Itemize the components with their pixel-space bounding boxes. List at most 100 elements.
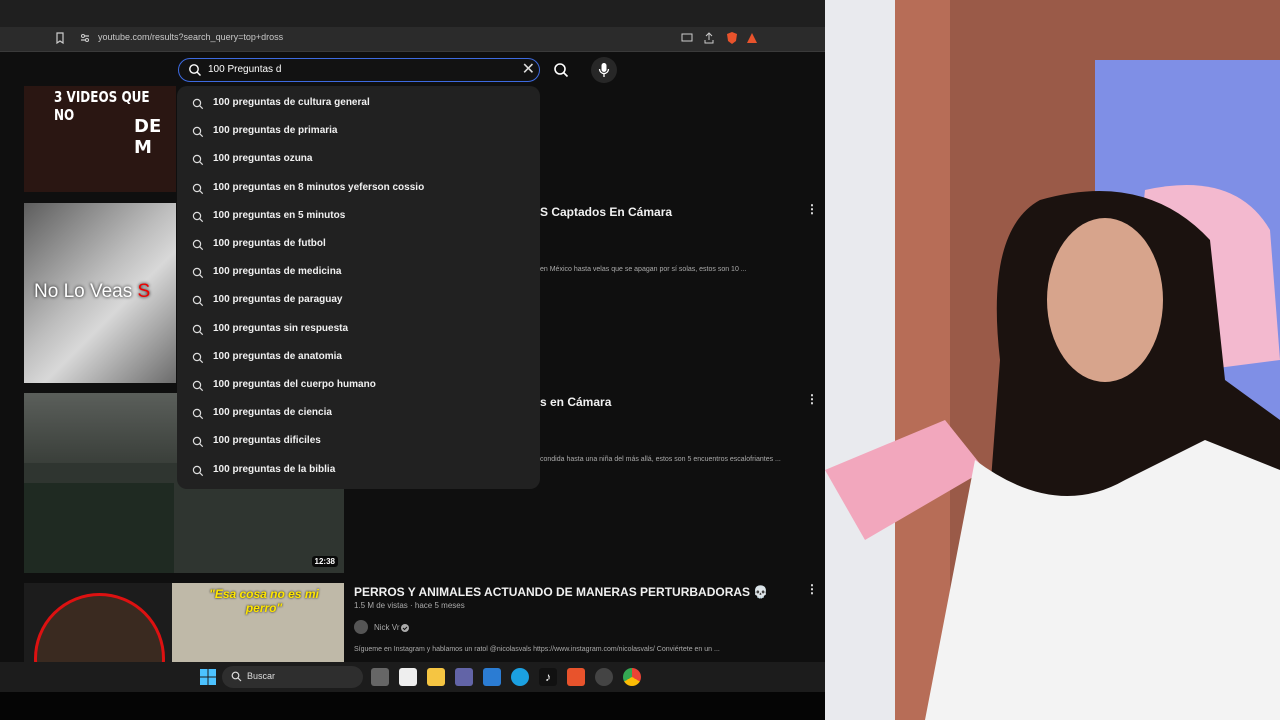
search-suggestion[interactable]: 100 preguntas de cultura general [177,90,540,118]
search-icon [192,408,204,420]
thumbnail-text: "Esa cosa no es mi perro" [209,587,319,615]
cast-icon[interactable] [680,31,694,45]
search-suggestion[interactable]: 100 preguntas dificiles [177,428,540,456]
search-suggestion-label: 100 preguntas de medicina [213,266,342,278]
brave-shield-icon[interactable] [725,31,739,45]
url-text[interactable]: youtube.com/results?search_query=top+dro… [98,32,283,42]
search-suggestion[interactable]: 100 preguntas en 8 minutos yeferson coss… [177,175,540,203]
video-description-4: Sígueme en Instagram y hablamos un ratol… [354,646,720,653]
tiktok-icon[interactable]: ♪ [539,668,557,686]
video-description-3: condida hasta una niña del más allá, est… [540,456,781,463]
search-suggestion[interactable]: 100 preguntas de medicina [177,259,540,287]
video-thumbnail-1[interactable]: 3 VIDEOS QUE NO DE M [24,86,176,192]
search-icon [192,352,204,363]
search-suggestion-label: 100 preguntas sin respuesta [213,322,349,334]
video-duration: 12:38 [311,556,338,567]
video-title-2[interactable]: S Captados En Cámara [540,205,672,219]
search-suggestion[interactable]: 100 preguntas ozuna [177,146,540,174]
search-icon [192,239,204,251]
search-suggestion-label: 100 preguntas de cultura general [213,97,370,108]
search-suggestion[interactable]: 100 preguntas del cuerpo humano [177,372,540,400]
thumbnail-text: DE M [134,116,162,158]
search-input-value[interactable]: 100 Preguntas d [208,64,281,75]
video-description-2: en México hasta velas que se apagan por … [540,266,747,273]
search-suggestion[interactable]: 100 preguntas en 5 minutos [177,203,540,231]
streamer-webcam [825,0,1280,720]
browser-address-bar[interactable]: youtube.com/results?search_query=top+dro… [0,27,825,52]
video-thumbnail-4[interactable]: "Esa cosa no es mi perro" [24,583,344,662]
more-options-icon[interactable]: ⋮ [806,392,818,406]
search-suggestion-label: 100 preguntas en 8 minutos yeferson coss… [213,181,425,193]
search-icon [192,126,204,138]
search-suggestion-label: 100 preguntas en 5 minutos [213,209,346,221]
more-options-icon[interactable]: ⋮ [806,582,818,596]
bottom-bar [0,692,825,720]
microphone-icon [598,63,610,77]
search-icon [192,267,204,279]
taskbar-search-label: Buscar [247,671,276,681]
verified-icon [401,624,409,632]
brave-rewards-icon[interactable] [745,31,759,45]
search-suggestion-label: 100 preguntas de anatomia [213,350,342,362]
chrome-icon[interactable] [623,668,641,686]
search-suggestion[interactable]: 100 preguntas de futbol [177,231,540,259]
search-suggestion-label: 100 preguntas del cuerpo humano [213,379,376,390]
video-meta-4: 1.5 M de vistas · hace 5 meses [354,601,465,610]
teams-icon[interactable] [455,668,473,686]
search-icon [189,64,201,76]
browser-tab-strip [0,0,825,27]
task-view-icon[interactable] [371,668,389,686]
search-icon [192,437,204,448]
search-icon [192,211,204,222]
more-options-icon[interactable]: ⋮ [806,202,818,216]
voice-search-button[interactable] [591,57,617,83]
site-info-icon[interactable] [78,31,92,45]
brave-icon[interactable] [567,668,585,686]
channel-name[interactable]: Nick Vr [374,623,399,632]
thumbnail-text: No Lo Veas [34,281,133,302]
search-icon [192,98,204,110]
search-suggestion-label: 100 preguntas ozuna [213,153,313,165]
windows-start-icon[interactable] [199,668,217,686]
search-suggestions-dropdown: 100 preguntas de cultura general 100 preg… [177,86,540,489]
clear-search-icon[interactable]: ✕ [522,61,535,79]
video-title-3[interactable]: s en Cámara [540,395,611,409]
search-suggestion-label: 100 preguntas dificiles [213,435,321,447]
search-icon [192,296,204,307]
video-title-4[interactable]: PERROS Y ANIMALES ACTUANDO DE MANERAS PE… [354,585,768,599]
search-button[interactable] [548,57,574,83]
store-icon[interactable] [399,668,417,686]
search-icon [554,63,569,78]
webcam-image [825,0,1280,720]
search-suggestion[interactable]: 100 preguntas de paraguay [177,287,540,315]
search-suggestion[interactable]: 100 preguntas de ciencia [177,400,540,428]
search-suggestion-label: 100 preguntas de paraguay [213,294,343,306]
video-thumbnail-2[interactable]: No Lo Veas S [24,203,176,383]
search-icon [192,155,204,166]
search-icon [192,465,204,476]
search-input[interactable]: 100 Preguntas d ✕ [178,58,540,82]
search-icon [192,183,204,194]
app-icon[interactable] [595,668,613,686]
search-suggestion-label: 100 preguntas de primaria [213,125,338,137]
search-icon [192,324,204,335]
search-suggestion-label: 100 preguntas de ciencia [213,407,332,419]
share-icon[interactable] [702,31,716,45]
taskbar-search[interactable]: Buscar [222,666,363,688]
windows-taskbar: Buscar ♪ [0,662,825,692]
file-explorer-icon[interactable] [427,668,445,686]
search-suggestion[interactable]: 100 preguntas de la biblia [177,457,540,485]
search-suggestion[interactable]: 100 preguntas de primaria [177,118,540,146]
channel-avatar[interactable] [354,620,368,634]
search-suggestion-label: 100 preguntas de la biblia [213,463,336,475]
mail-icon[interactable] [483,668,501,686]
search-suggestion[interactable]: 100 preguntas sin respuesta [177,316,540,344]
search-suggestion[interactable]: 100 preguntas de anatomia [177,344,540,372]
screen-recording: youtube.com/results?search_query=top+dro… [0,0,825,720]
edge-icon[interactable] [511,668,529,686]
search-icon [192,380,204,392]
bookmark-icon[interactable] [53,31,67,45]
thumbnail-text-red: S [137,281,151,302]
search-suggestion-label: 100 preguntas de futbol [213,238,326,249]
search-icon [231,671,242,682]
